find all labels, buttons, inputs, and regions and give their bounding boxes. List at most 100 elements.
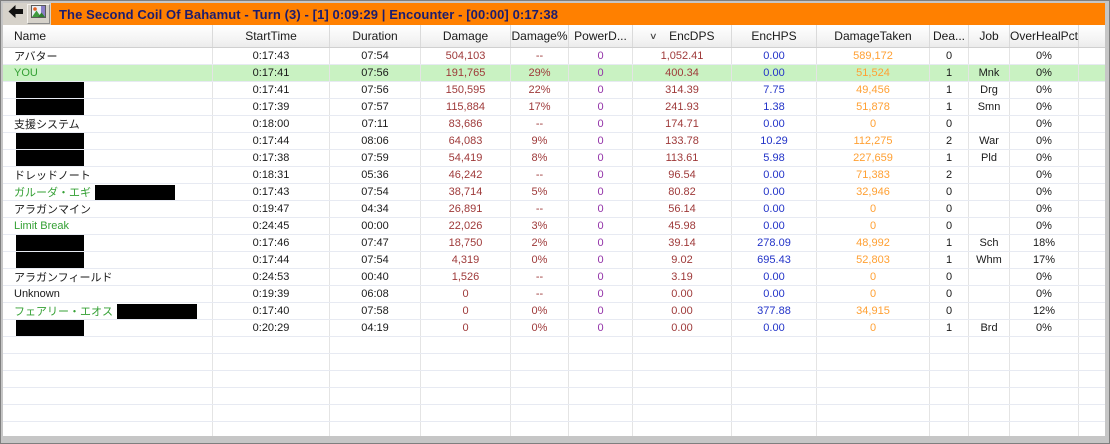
back-button[interactable] [3,3,27,25]
cell-name [3,82,213,98]
cell-filler [1079,201,1105,217]
cell-dmg: 54,419 [421,150,511,166]
column-header-d[interactable]: Dea... [930,25,969,47]
column-header-dur[interactable]: Duration [330,25,421,47]
table-row[interactable]: ドレッドノート 0:18:31 05:36 46,242 -- 0 96.54 0.00 71,… [3,167,1105,184]
cell-job: Pld [969,150,1010,166]
cell-dur: 07:56 [330,82,421,98]
table-row[interactable]: 0:17:46 07:47 18,750 2% 0 39.14 278.09 48,992 1 S… [3,235,1105,252]
cell-hps [732,337,817,353]
cell-start [213,337,330,353]
column-header-oh[interactable]: OverHealPct [1010,25,1079,47]
cell-pwr: 0 [569,99,633,115]
empty-row [3,405,1105,422]
table-row[interactable]: フェアリー・エオス 0:17:40 07:58 0 0% 0 0.00 377.88 34,91… [3,303,1105,320]
table-row[interactable]: アラガンフィールド 0:24:53 00:40 1,526 -- 0 3.19 0.00 0 0 0… [3,269,1105,286]
cell-start: 0:17:43 [213,48,330,64]
cell-pwr [569,405,633,421]
cell-name [3,371,213,387]
cell-dps: 96.54 [633,167,732,183]
table-row[interactable]: 0:17:44 08:06 64,083 9% 0 133.78 10.29 112,275 2… [3,133,1105,150]
cell-pwr: 0 [569,116,633,132]
cell-pct: -- [511,286,569,302]
table-row[interactable]: ガルーダ・エギ 0:17:43 07:54 38,714 5% 0 80.82 0.00 32,… [3,184,1105,201]
column-header-name[interactable]: Name [3,25,213,47]
table-row[interactable]: 支援システム 0:18:00 07:11 83,686 -- 0 174.71 0.00 0 0 0… [3,116,1105,133]
table-row[interactable]: 0:17:44 07:54 4,319 0% 0 9.02 695.43 52,803 1 Whm… [3,252,1105,269]
cell-d: 0 [930,48,969,64]
cell-oh: 0% [1010,133,1079,149]
cell-job [969,201,1010,217]
cell-name [3,235,213,251]
column-label: Duration [352,29,398,43]
cell-start: 0:24:53 [213,269,330,285]
table-row[interactable]: 0:17:41 07:56 150,595 22% 0 314.39 7.75 49,456 1… [3,82,1105,99]
cell-dps [633,422,732,436]
table-row[interactable]: YOU 0:17:41 07:56 191,765 29% 0 400.34 0.00 51,5… [3,65,1105,82]
column-header-job[interactable]: Job [969,25,1010,47]
cell-filler [1079,320,1105,336]
cell-d [930,405,969,421]
column-header-pwr[interactable]: PowerD... [569,25,633,47]
cell-hps [732,388,817,404]
cell-filler [1079,82,1105,98]
cell-hps: 0.00 [732,286,817,302]
cell-dmg: 150,595 [421,82,511,98]
table-row[interactable]: アラガンマイン 0:19:47 04:34 26,891 -- 0 56.14 0.00 0 0 0… [3,201,1105,218]
cell-job [969,371,1010,387]
cell-pwr: 0 [569,48,633,64]
table-row[interactable]: 0:17:38 07:59 54,419 8% 0 113.61 5.98 227,659 1 P… [3,150,1105,167]
cell-start [213,405,330,421]
censored-name-box [16,99,84,115]
table-row[interactable]: Unknown 0:19:39 06:08 0 -- 0 0.00 0.00 0 0 0% [3,286,1105,303]
cell-taken: 0 [817,320,930,336]
cell-taken: 112,275 [817,133,930,149]
cell-filler [1079,422,1105,436]
cell-pwr: 0 [569,303,633,319]
table-row[interactable]: 0:17:39 07:57 115,884 17% 0 241.93 1.38 51,878 1… [3,99,1105,116]
cell-oh: 0% [1010,269,1079,285]
cell-dmg: 191,765 [421,65,511,81]
back-arrow-icon [7,4,24,24]
cell-oh: 0% [1010,150,1079,166]
table-row[interactable]: アバター 0:17:43 07:54 504,103 -- 0 1,052.41 0.00 58… [3,48,1105,65]
cell-start [213,422,330,436]
encounter-title-bar: The Second Coil Of Bahamut - Turn (3) - … [51,3,1105,25]
column-label: Damage% [511,29,568,43]
column-header-start[interactable]: StartTime [213,25,330,47]
cell-d: 0 [930,218,969,234]
censored-name-box [16,235,84,251]
cell-pwr: 0 [569,218,633,234]
cell-pct [511,337,569,353]
cell-taken [817,354,930,370]
combatant-name: アバター [14,51,58,63]
graph-view-button[interactable] [27,4,50,24]
combatant-name: Unknown [14,288,60,300]
column-header-hps[interactable]: EncHPS [732,25,817,47]
cell-pwr: 0 [569,269,633,285]
cell-oh: 0% [1010,201,1079,217]
cell-taken: 0 [817,218,930,234]
cell-dur: 07:47 [330,235,421,251]
column-header-pct[interactable]: Damage% [511,25,569,47]
cell-d: 1 [930,99,969,115]
column-header-dmg[interactable]: Damage [421,25,511,47]
cell-pct: 0% [511,320,569,336]
cell-hps: 0.00 [732,167,817,183]
cell-dps [633,354,732,370]
table-row[interactable]: Limit Break 0:24:45 00:00 22,026 3% 0 45.98 0.0… [3,218,1105,235]
cell-name: アラガンフィールド [3,269,213,285]
cell-taken: 589,172 [817,48,930,64]
cell-filler [1079,371,1105,387]
cell-filler [1079,65,1105,81]
cell-name: ドレッドノート [3,167,213,183]
cell-job [969,405,1010,421]
column-header-dps[interactable]: ∨ EncDPS [633,25,732,47]
cell-pct: 5% [511,184,569,200]
table-row[interactable]: 0:20:29 04:19 0 0% 0 0.00 0.00 0 1 Brd 0% [3,320,1105,337]
column-header-taken[interactable]: DamageTaken [817,25,930,47]
cell-dps: 400.34 [633,65,732,81]
cell-dps: 241.93 [633,99,732,115]
cell-taken: 48,992 [817,235,930,251]
cell-dmg: 0 [421,286,511,302]
